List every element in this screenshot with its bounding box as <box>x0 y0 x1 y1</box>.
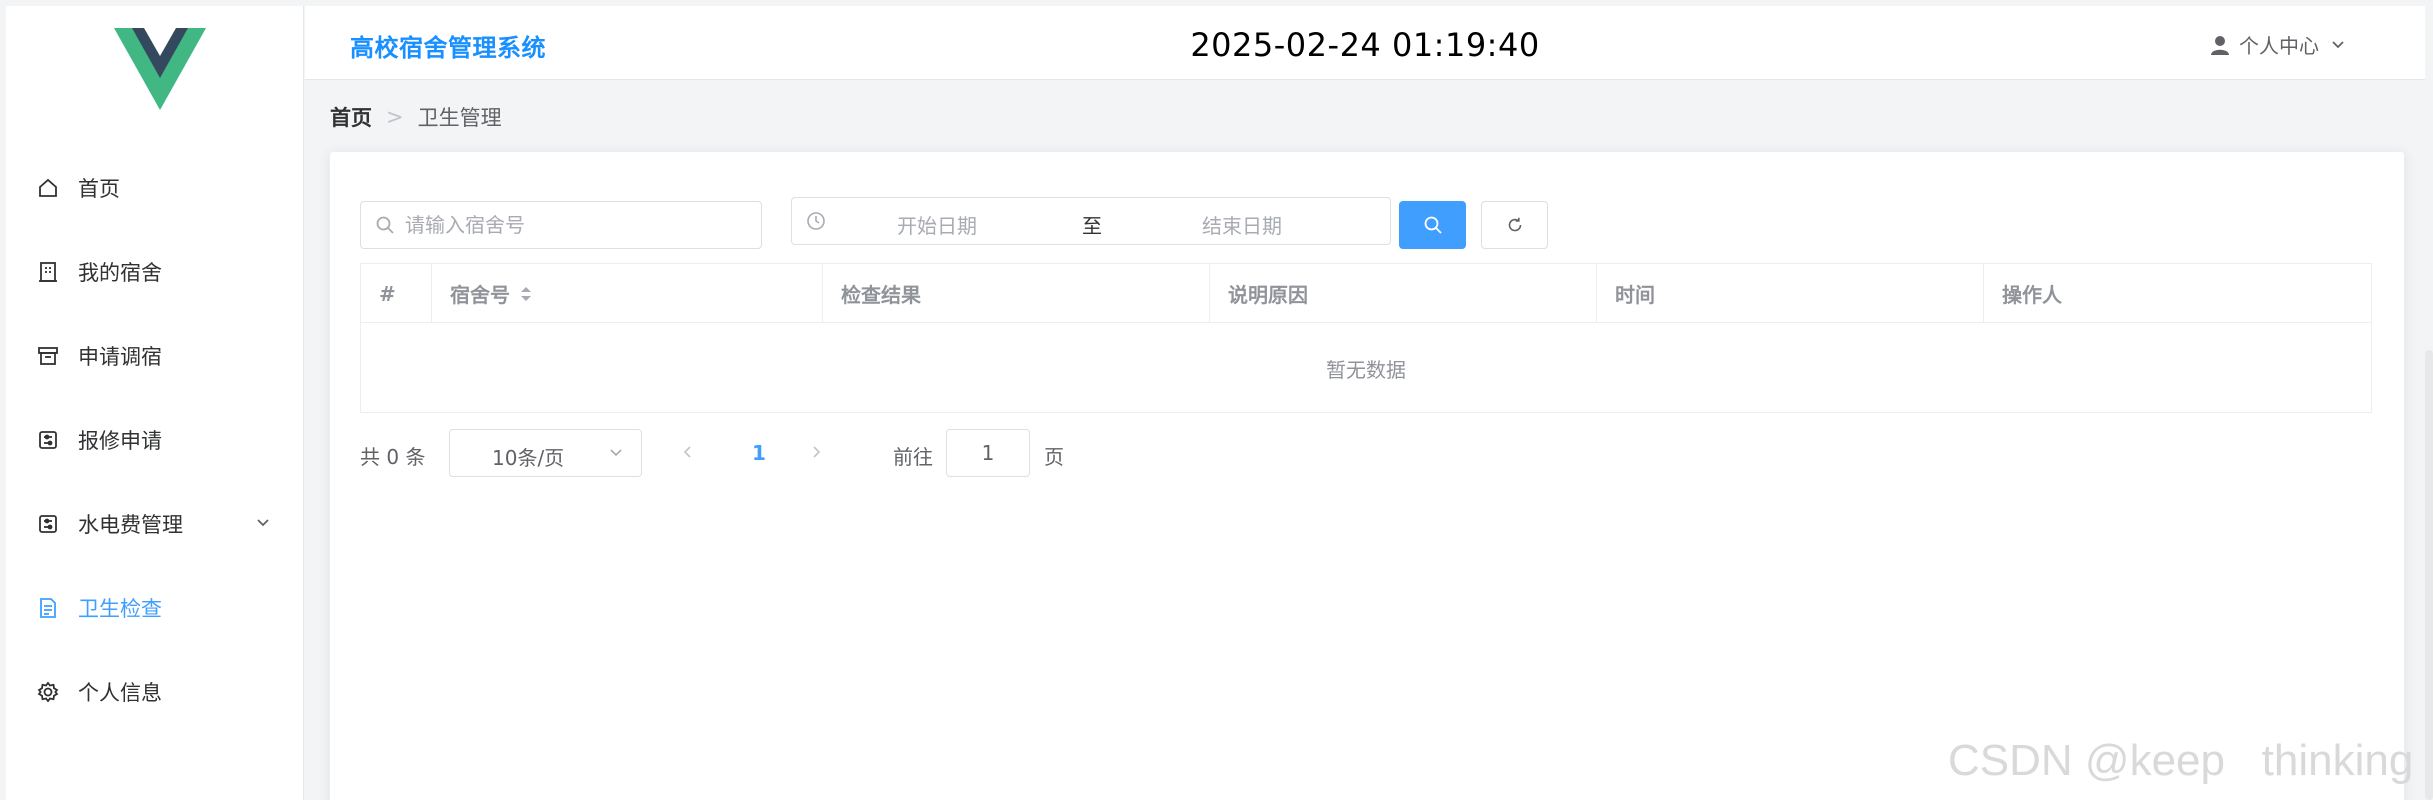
table-empty-text: 暂无数据 <box>1326 357 1406 382</box>
column-label: 时间 <box>1615 283 1655 307</box>
gear-icon <box>36 680 60 704</box>
clock-icon <box>807 212 825 230</box>
chevron-down-icon <box>2332 40 2344 48</box>
reset-button[interactable] <box>1481 201 1548 249</box>
document-icon <box>36 596 60 620</box>
column-header-time: 时间 <box>1597 264 1984 323</box>
goto-label: 前往 <box>893 445 933 469</box>
column-header-dorm[interactable]: 宿舍号 <box>432 264 823 323</box>
column-label: 操作人 <box>2002 283 2062 307</box>
column-header-index: # <box>361 264 432 323</box>
sidebar-item-utilities[interactable]: 水电费管理 <box>6 482 304 566</box>
sidebar-item-label: 水电费管理 <box>78 513 183 537</box>
column-label: 宿舍号 <box>450 283 510 307</box>
sidebar-item-label: 卫生检查 <box>78 597 162 621</box>
hygiene-table: # 宿舍号 检查结果 说明原因 时间 操作人 暂无数据 <box>360 263 2372 413</box>
sidebar-item-home[interactable]: 首页 <box>6 146 304 230</box>
search-icon <box>376 216 394 234</box>
pagination: 共 0 条 10条/页 1 前往 页 <box>360 429 1260 477</box>
archive-icon <box>36 344 60 368</box>
user-menu-dropdown[interactable]: 个人中心 <box>2209 30 2347 59</box>
meter-icon <box>36 512 60 536</box>
sidebar-menu: 首页 我的宿舍 申请调宿 报修申请 水电费管理 卫生检查 个人信息 <box>6 146 304 734</box>
date-range-separator: 至 <box>1082 214 1102 238</box>
prev-page-icon[interactable] <box>678 441 698 463</box>
sidebar: 首页 我的宿舍 申请调宿 报修申请 水电费管理 卫生检查 个人信息 <box>6 6 304 800</box>
top-header: 高校宿舍管理系统 2025-02-24 01:19:40 个人中心 <box>305 6 2425 80</box>
sidebar-item-label: 个人信息 <box>78 681 162 705</box>
page-size-select[interactable]: 10条/页 <box>449 429 642 477</box>
sidebar-item-profile[interactable]: 个人信息 <box>6 650 304 734</box>
date-range-picker[interactable]: 开始日期 至 结束日期 <box>791 197 1391 245</box>
sort-icon[interactable] <box>520 285 532 303</box>
sidebar-item-hygiene[interactable]: 卫生检查 <box>6 566 304 650</box>
home-icon <box>36 176 60 200</box>
dorm-search-field[interactable] <box>360 201 762 249</box>
breadcrumb-home[interactable]: 首页 <box>330 102 372 132</box>
goto-page-input[interactable] <box>946 429 1030 477</box>
user-menu-label: 个人中心 <box>2239 34 2319 58</box>
breadcrumb: 首页 > 卫生管理 <box>330 102 502 132</box>
datetime-display: 2025-02-24 01:19:40 <box>1190 26 1540 64</box>
date-end-input[interactable]: 结束日期 <box>1202 210 1282 239</box>
vue-logo[interactable] <box>114 28 206 110</box>
search-button[interactable] <box>1399 201 1466 249</box>
app-root: 首页 我的宿舍 申请调宿 报修申请 水电费管理 卫生检查 个人信息 高校宿舍管理… <box>0 0 2433 800</box>
column-label: 检查结果 <box>841 283 921 307</box>
column-header-operator: 操作人 <box>1984 264 2371 323</box>
scrollbar[interactable] <box>2425 350 2433 800</box>
building-icon <box>36 260 60 284</box>
breadcrumb-separator: > <box>386 105 404 129</box>
refresh-icon <box>1508 217 1521 232</box>
sidebar-item-my-dorm[interactable]: 我的宿舍 <box>6 230 304 314</box>
user-icon <box>2211 35 2229 55</box>
table-header: # 宿舍号 检查结果 说明原因 时间 操作人 <box>361 264 2371 323</box>
date-start-input[interactable]: 开始日期 <box>897 210 977 239</box>
dorm-search-input[interactable] <box>405 213 745 237</box>
page-suffix: 页 <box>1044 445 1064 469</box>
pagination-total: 共 0 条 <box>360 445 426 469</box>
watermark: CSDN @keep thinking <box>1948 736 2414 785</box>
sidebar-item-label: 申请调宿 <box>78 345 162 369</box>
sidebar-item-label: 首页 <box>78 177 120 201</box>
chevron-down-icon[interactable] <box>252 512 274 534</box>
sidebar-item-label: 报修申请 <box>78 429 162 453</box>
sidebar-item-repair[interactable]: 报修申请 <box>6 398 304 482</box>
column-header-result: 检查结果 <box>823 264 1210 323</box>
breadcrumb-current: 卫生管理 <box>417 106 502 130</box>
page-size-value: 10条/页 <box>492 446 565 470</box>
sidebar-item-label: 我的宿舍 <box>78 261 162 285</box>
column-header-reason: 说明原因 <box>1210 264 1597 323</box>
tool-icon <box>36 428 60 452</box>
search-icon <box>1424 216 1442 234</box>
column-label: 说明原因 <box>1228 283 1308 307</box>
content-card: 开始日期 至 结束日期 # 宿舍号 <box>329 151 2405 800</box>
column-label: # <box>379 281 396 306</box>
chevron-down-icon <box>610 449 622 457</box>
sidebar-item-transfer[interactable]: 申请调宿 <box>6 314 304 398</box>
next-page-icon[interactable] <box>806 441 826 463</box>
page-number-current[interactable]: 1 <box>752 441 766 465</box>
